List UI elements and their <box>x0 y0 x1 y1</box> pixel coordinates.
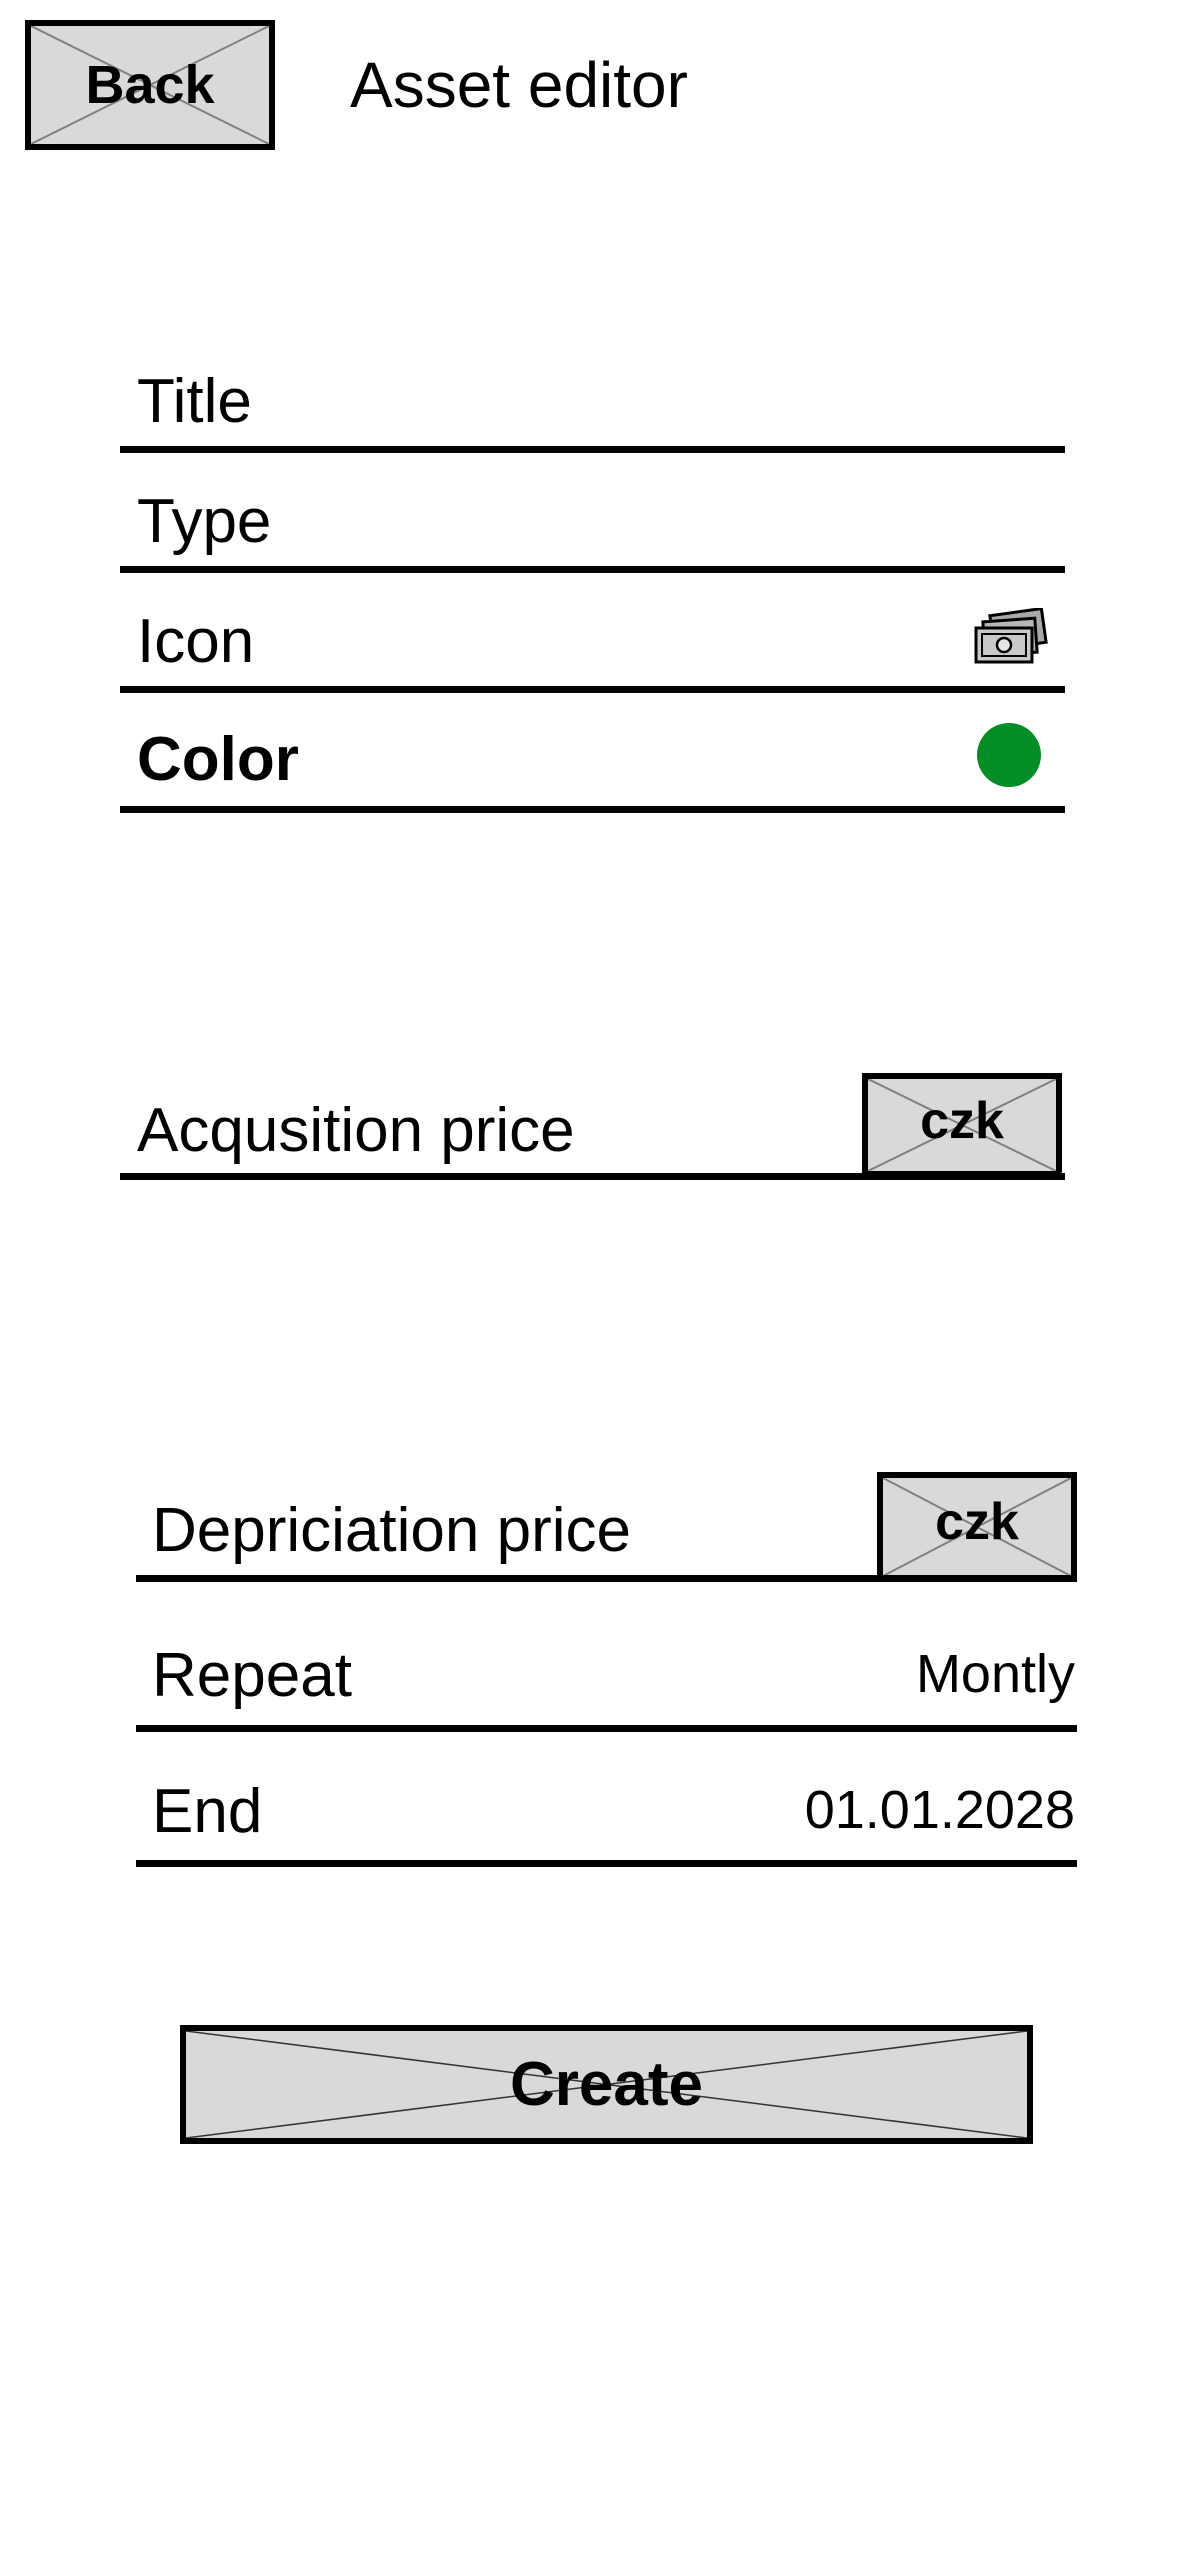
acquisition-currency-label: czk <box>920 1092 1004 1150</box>
repeat-value[interactable]: Montly <box>916 1643 1075 1705</box>
color-underline <box>120 806 1065 813</box>
acquisition-price-label: Acqusition price <box>137 1096 575 1165</box>
create-button[interactable]: Create <box>180 2025 1033 2144</box>
cash-stack-icon[interactable] <box>970 606 1050 668</box>
acquisition-price-underline <box>120 1173 1065 1180</box>
depreciation-price-label: Depriciation price <box>152 1496 631 1565</box>
title-underline <box>120 446 1065 453</box>
color-label: Color <box>137 725 299 794</box>
create-button-label: Create <box>510 2050 703 2119</box>
page-title: Asset editor <box>350 49 688 121</box>
end-underline <box>136 1860 1077 1867</box>
repeat-label: Repeat <box>152 1641 352 1710</box>
back-button[interactable]: Back <box>25 20 275 150</box>
acquisition-currency-button[interactable]: czk <box>862 1073 1062 1177</box>
title-label: Title <box>137 367 252 436</box>
back-button-label: Back <box>85 55 215 115</box>
type-underline <box>120 566 1065 573</box>
depreciation-currency-label: czk <box>935 1493 1019 1551</box>
color-swatch[interactable] <box>977 723 1041 787</box>
depreciation-price-underline <box>136 1575 1077 1582</box>
icon-label: Icon <box>137 607 255 676</box>
depreciation-currency-button[interactable]: czk <box>877 1472 1077 1582</box>
repeat-underline <box>136 1725 1077 1732</box>
end-label: End <box>152 1777 263 1846</box>
end-date-value[interactable]: 01.01.2028 <box>805 1779 1075 1841</box>
type-label: Type <box>137 487 272 556</box>
icon-underline <box>120 686 1065 693</box>
